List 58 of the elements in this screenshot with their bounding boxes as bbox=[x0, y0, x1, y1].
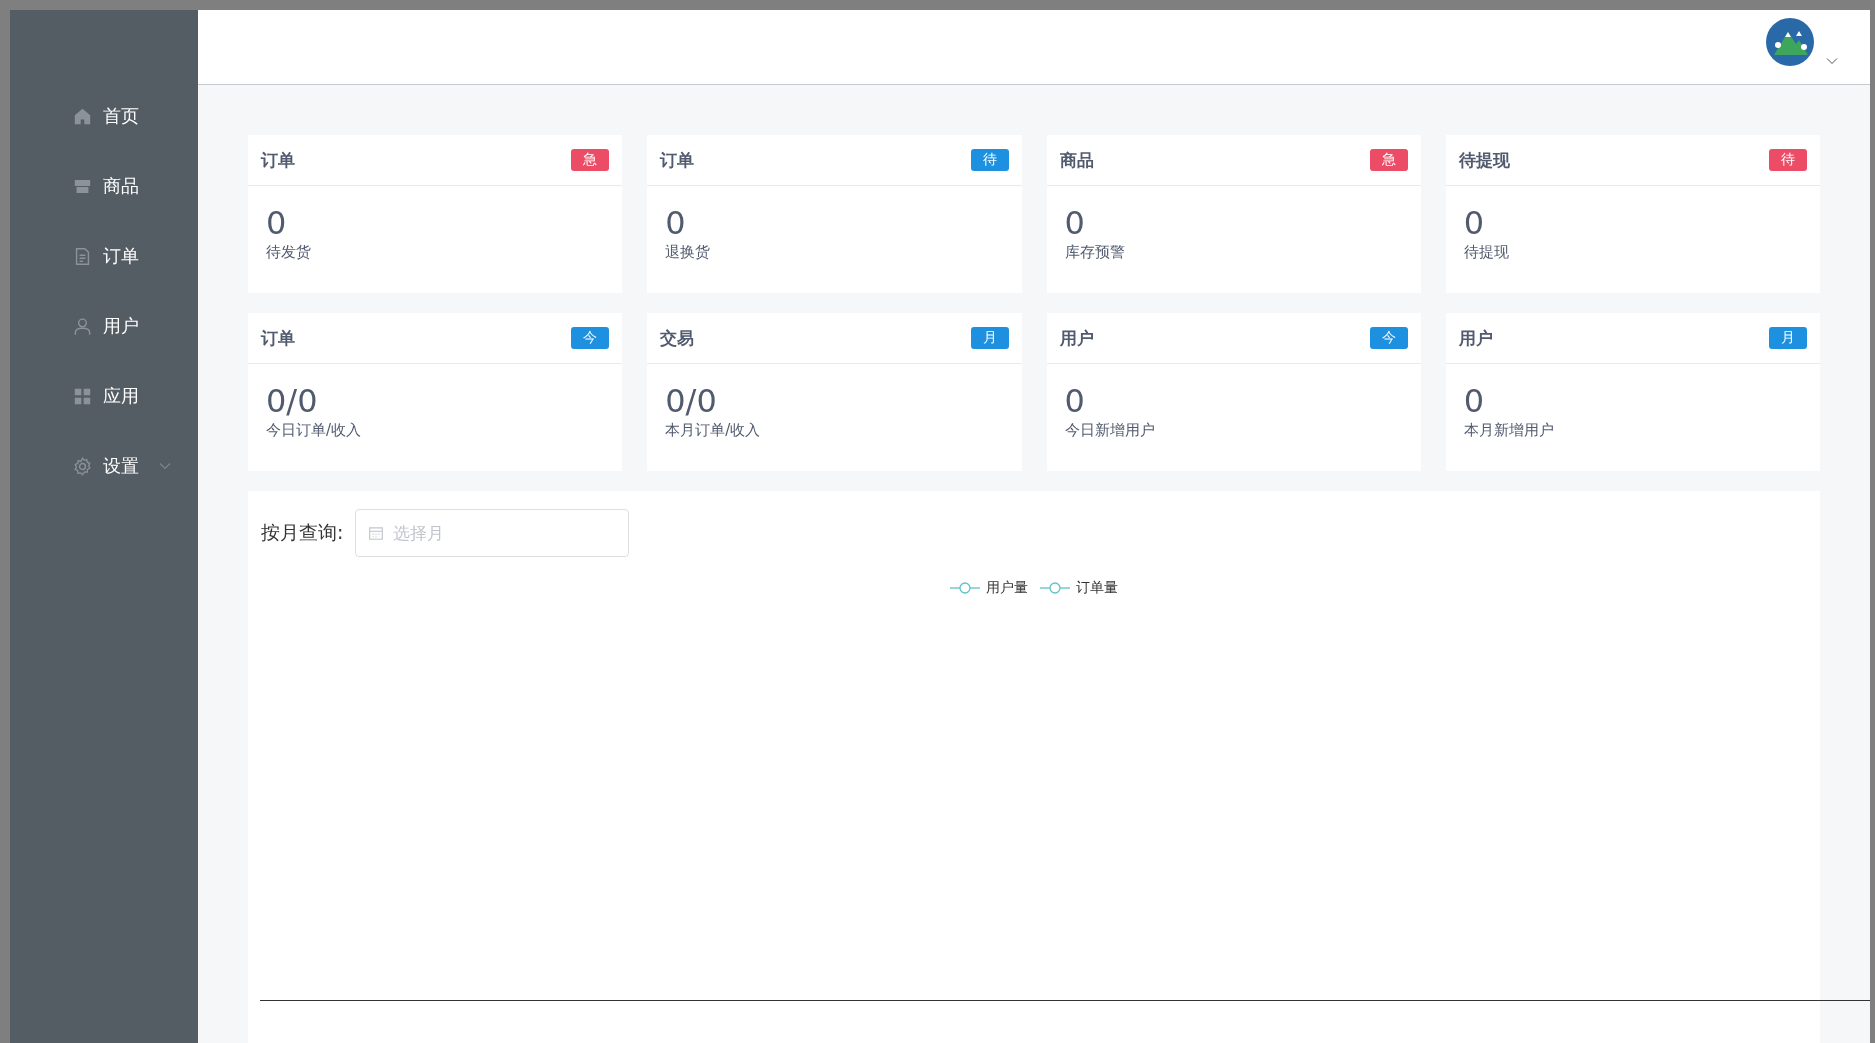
stat-caption: 今日订单/收入 bbox=[266, 421, 363, 441]
stat-value: 0/0 bbox=[266, 384, 319, 420]
stat-caption: 待发货 bbox=[266, 243, 312, 263]
card-title: 待提现 bbox=[1458, 148, 1510, 172]
legend-line-icon bbox=[950, 581, 980, 595]
sidebar-item[interactable]: 首页 bbox=[10, 81, 198, 151]
calendar-icon bbox=[368, 525, 385, 541]
stat-caption: 今日新增用户 bbox=[1064, 421, 1156, 441]
stat-value: 0 bbox=[665, 206, 687, 242]
stat-value: 0 bbox=[1064, 206, 1086, 242]
stat-value: 0/0 bbox=[665, 384, 718, 420]
card-title: 订单 bbox=[261, 326, 295, 350]
sidebar-item[interactable]: 用户 bbox=[10, 291, 198, 361]
avatar-icon[interactable] bbox=[1766, 18, 1814, 66]
sidebar-item[interactable]: 订单 bbox=[10, 221, 198, 291]
sidebar-item[interactable]: 设置 bbox=[10, 431, 198, 501]
stat-value: 0 bbox=[1064, 384, 1086, 420]
home-icon bbox=[73, 106, 92, 126]
nav-label: 用户 bbox=[103, 314, 139, 338]
badge: 急 bbox=[1369, 149, 1408, 171]
card-title: 商品 bbox=[1059, 148, 1094, 172]
document-icon bbox=[73, 246, 92, 266]
nav-label: 应用 bbox=[103, 384, 139, 408]
filter-label: 按月查询: bbox=[261, 520, 344, 545]
user-icon bbox=[73, 316, 92, 336]
nav-label: 订单 bbox=[103, 244, 139, 268]
badge: 急 bbox=[571, 149, 610, 171]
stat-caption: 本月新增用户 bbox=[1463, 421, 1555, 441]
settings-icon bbox=[73, 456, 92, 476]
stat-caption: 待提现 bbox=[1463, 243, 1510, 263]
badge: 月 bbox=[1769, 327, 1807, 349]
card-title: 订单 bbox=[660, 148, 695, 172]
card-title: 用户 bbox=[1458, 326, 1493, 350]
stat-caption: 退换货 bbox=[665, 243, 712, 263]
stat-caption: 库存预警 bbox=[1064, 243, 1126, 263]
card-title: 订单 bbox=[261, 148, 295, 172]
sidebar-item[interactable]: 商品 bbox=[10, 151, 198, 221]
card-title: 用户 bbox=[1059, 326, 1094, 350]
stat-value: 0 bbox=[266, 206, 288, 242]
badge: 月 bbox=[970, 327, 1009, 349]
nav-label: 设置 bbox=[103, 454, 139, 478]
badge: 今 bbox=[571, 327, 610, 349]
month-picker[interactable]: 选择月 bbox=[355, 509, 630, 557]
sidebar-item[interactable]: 应用 bbox=[10, 361, 198, 431]
stat-value: 0 bbox=[1463, 384, 1486, 420]
stat-value: 0 bbox=[1463, 206, 1486, 242]
stat-caption: 本月订单/收入 bbox=[665, 421, 762, 441]
nav-label: 商品 bbox=[103, 174, 139, 198]
nav-label: 首页 bbox=[103, 104, 139, 128]
chevron-down-icon bbox=[159, 462, 171, 470]
badge: 待 bbox=[970, 149, 1009, 171]
legend-label[interactable]: 订单量 bbox=[1076, 579, 1118, 597]
legend-label[interactable]: 用户量 bbox=[986, 579, 1028, 597]
grid-icon bbox=[73, 386, 92, 406]
badge: 今 bbox=[1369, 327, 1408, 349]
badge: 待 bbox=[1769, 149, 1807, 171]
legend-line-icon bbox=[1040, 581, 1070, 595]
card-title: 交易 bbox=[660, 326, 695, 350]
